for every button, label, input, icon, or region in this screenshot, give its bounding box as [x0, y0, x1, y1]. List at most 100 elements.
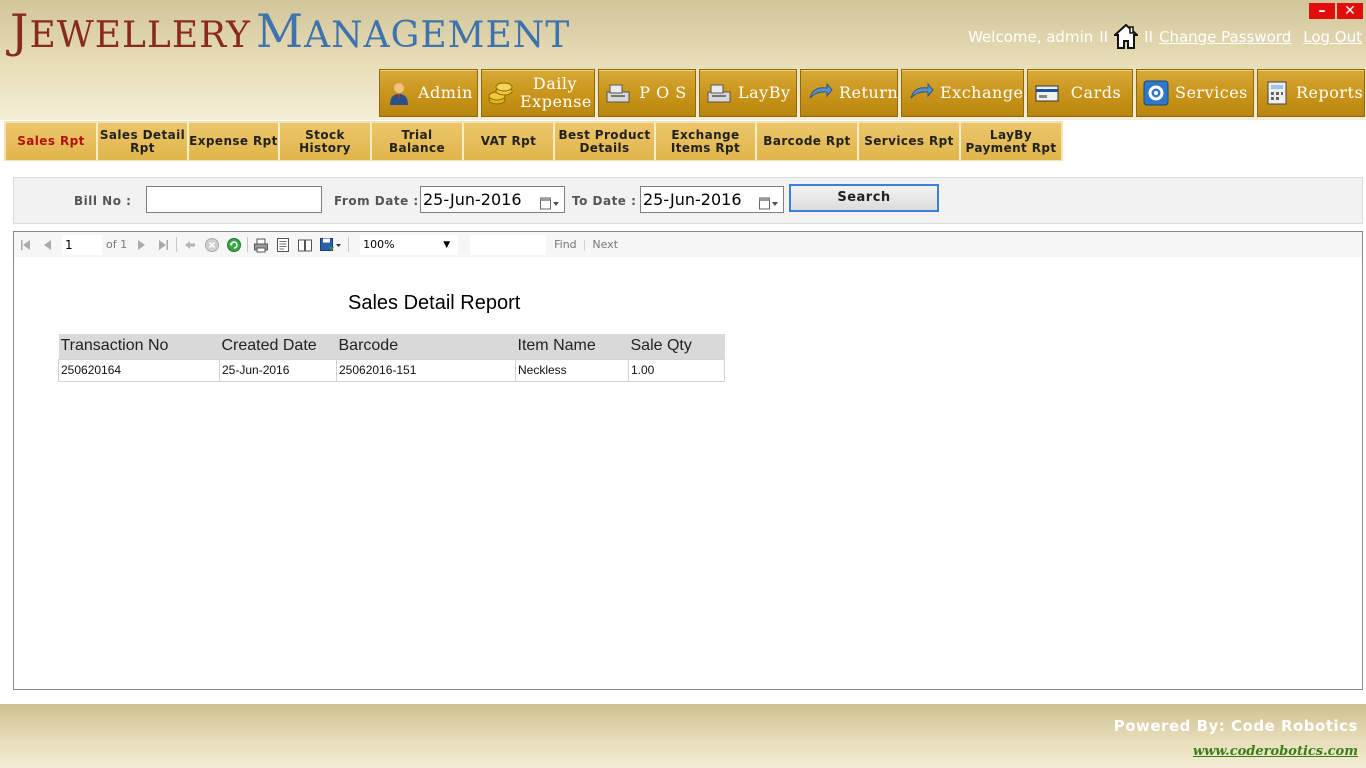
tab-vat-rpt[interactable]: VAT Rpt — [464, 123, 555, 160]
home-icon[interactable] — [1112, 23, 1140, 50]
tab-sales-rpt[interactable]: Sales Rpt — [6, 123, 98, 160]
services-gear-icon — [1143, 80, 1169, 106]
last-page-icon[interactable] — [155, 237, 171, 253]
nav-pos-label: P O S — [639, 83, 687, 102]
app-logo: JEWELLERY MANAGEMENT — [10, 4, 570, 58]
nav-services[interactable]: Services — [1136, 69, 1254, 117]
export-icon[interactable] — [319, 237, 343, 253]
report-table: Transaction No Created Date Barcode Item… — [58, 334, 725, 382]
tab-exchange-items-rpt[interactable]: Exchange Items Rpt — [656, 123, 757, 160]
search-button[interactable]: Search — [789, 184, 939, 212]
page-count: of 1 — [106, 238, 128, 251]
minimize-button[interactable]: – — [1309, 3, 1335, 19]
separator: II — [1099, 28, 1109, 46]
welcome-text: Welcome, admin — [968, 28, 1094, 46]
calendar-dropdown-icon[interactable] — [540, 193, 560, 210]
calendar-dropdown-icon[interactable] — [759, 193, 779, 210]
next-link[interactable]: Next — [592, 238, 618, 251]
nav-reports-label: Reports — [1296, 83, 1364, 102]
nav-return-label: Return — [839, 83, 899, 102]
powered-by-text: Powered By: Code Robotics — [1113, 717, 1358, 735]
exchange-arrow-icon — [908, 80, 934, 106]
cell-item-name: Neckless — [515, 358, 629, 382]
tab-sales-detail-rpt[interactable]: Sales Detail Rpt — [98, 123, 189, 160]
back-icon[interactable] — [182, 237, 198, 253]
find-input[interactable] — [470, 234, 547, 255]
website-link[interactable]: www.coderobotics.com — [1193, 744, 1358, 759]
tab-services-rpt[interactable]: Services Rpt — [859, 123, 961, 160]
column-header: Item Name — [515, 334, 629, 359]
table-header-row: Transaction No Created Date Barcode Item… — [58, 334, 725, 359]
nav-reports[interactable]: Reports — [1257, 69, 1365, 117]
column-header: Transaction No — [58, 334, 220, 359]
tab-best-product-details[interactable]: Best Product Details — [555, 123, 656, 160]
print-layout-icon[interactable] — [275, 237, 291, 253]
bill-no-label: Bill No : — [74, 194, 132, 208]
return-arrow-icon — [807, 80, 833, 106]
tab-expense-rpt[interactable]: Expense Rpt — [189, 123, 280, 160]
to-date-picker[interactable]: 25-Jun-2016 — [640, 186, 784, 213]
nav-layby-label: LayBy — [738, 83, 791, 102]
calculator-icon — [1264, 80, 1290, 106]
print-icon[interactable] — [253, 237, 269, 253]
nav-admin-label: Admin — [418, 83, 473, 102]
nav-exchange[interactable]: Exchange — [901, 69, 1024, 117]
logo-word-jewellery: EWELLERY — [29, 15, 251, 56]
search-panel: Bill No : From Date : 25-Jun-2016 To Dat… — [13, 177, 1363, 224]
from-date-label: From Date : — [334, 194, 419, 208]
logo-word-management: ANAGEMENT — [304, 15, 571, 56]
bill-no-input[interactable] — [146, 186, 322, 213]
toolbar-divider — [348, 237, 350, 252]
zoom-value: 100% — [363, 237, 395, 251]
toolbar-divider — [176, 237, 178, 252]
report-viewer: 1 of 1 100% ▼ Find | Next Sales Detail R… — [13, 231, 1363, 690]
main-nav: Admin Daily Expense P O S LayBy Return E… — [379, 69, 1366, 117]
find-link[interactable]: Find — [554, 238, 577, 251]
zoom-select[interactable]: 100% ▼ — [360, 234, 459, 255]
close-button[interactable]: ✕ — [1337, 3, 1363, 19]
nav-pos[interactable]: P O S — [598, 69, 696, 117]
cell-sale-qty: 1.00 — [628, 358, 725, 382]
nav-exchange-label: Exchange — [940, 83, 1024, 102]
card-reader-icon — [1034, 80, 1060, 106]
page-number-input[interactable]: 1 — [62, 234, 102, 255]
stop-icon[interactable] — [204, 237, 220, 253]
nav-daily-expense[interactable]: Daily Expense — [481, 69, 595, 117]
tab-stock-history[interactable]: Stock History — [280, 123, 372, 160]
nav-cards[interactable]: Cards — [1027, 69, 1133, 117]
column-header: Created Date — [219, 334, 337, 359]
nav-admin[interactable]: Admin — [379, 69, 478, 117]
find-separator: | — [582, 238, 587, 251]
logo-initial-m: M — [255, 4, 305, 58]
tab-barcode-rpt[interactable]: Barcode Rpt — [757, 123, 859, 160]
page-setup-icon[interactable] — [297, 237, 313, 253]
first-page-icon[interactable] — [18, 237, 34, 253]
report-tabs: Sales Rpt Sales Detail Rpt Expense Rpt S… — [4, 121, 1063, 161]
app-footer: Powered By: Code Robotics www.coderoboti… — [0, 704, 1366, 768]
report-title: Sales Detail Report — [348, 292, 521, 314]
user-bar: Welcome, admin II II Change Password Log… — [968, 20, 1362, 54]
cell-created-date: 25-Jun-2016 — [219, 358, 337, 382]
toolbar-divider — [247, 237, 249, 252]
refresh-icon[interactable] — [226, 237, 242, 253]
nav-return[interactable]: Return — [800, 69, 898, 117]
from-date-picker[interactable]: 25-Jun-2016 — [420, 186, 565, 213]
nav-services-label: Services — [1175, 83, 1248, 102]
nav-layby[interactable]: LayBy — [699, 69, 797, 117]
report-toolbar: 1 of 1 100% ▼ Find | Next — [14, 232, 1362, 257]
tab-layby-payment-rpt[interactable]: LayBy Payment Rpt — [961, 123, 1061, 160]
from-date-value: 25-Jun-2016 — [423, 190, 522, 209]
column-header: Sale Qty — [628, 334, 725, 359]
change-password-link[interactable]: Change Password — [1159, 28, 1291, 46]
previous-page-icon[interactable] — [40, 237, 56, 253]
to-date-value: 25-Jun-2016 — [643, 190, 742, 209]
logout-link[interactable]: Log Out — [1303, 28, 1362, 46]
zoom-dropdown-icon: ▼ — [443, 239, 451, 250]
tab-trial-balance[interactable]: Trial Balance — [372, 123, 464, 160]
cash-register-icon — [706, 80, 732, 106]
table-row: 250620164 25-Jun-2016 25062016-151 Neckl… — [58, 358, 725, 382]
next-page-icon[interactable] — [133, 237, 149, 253]
nav-daily-expense-label: Daily Expense — [520, 74, 592, 111]
nav-cards-label: Cards — [1070, 83, 1122, 102]
to-date-label: To Date : — [572, 194, 637, 208]
